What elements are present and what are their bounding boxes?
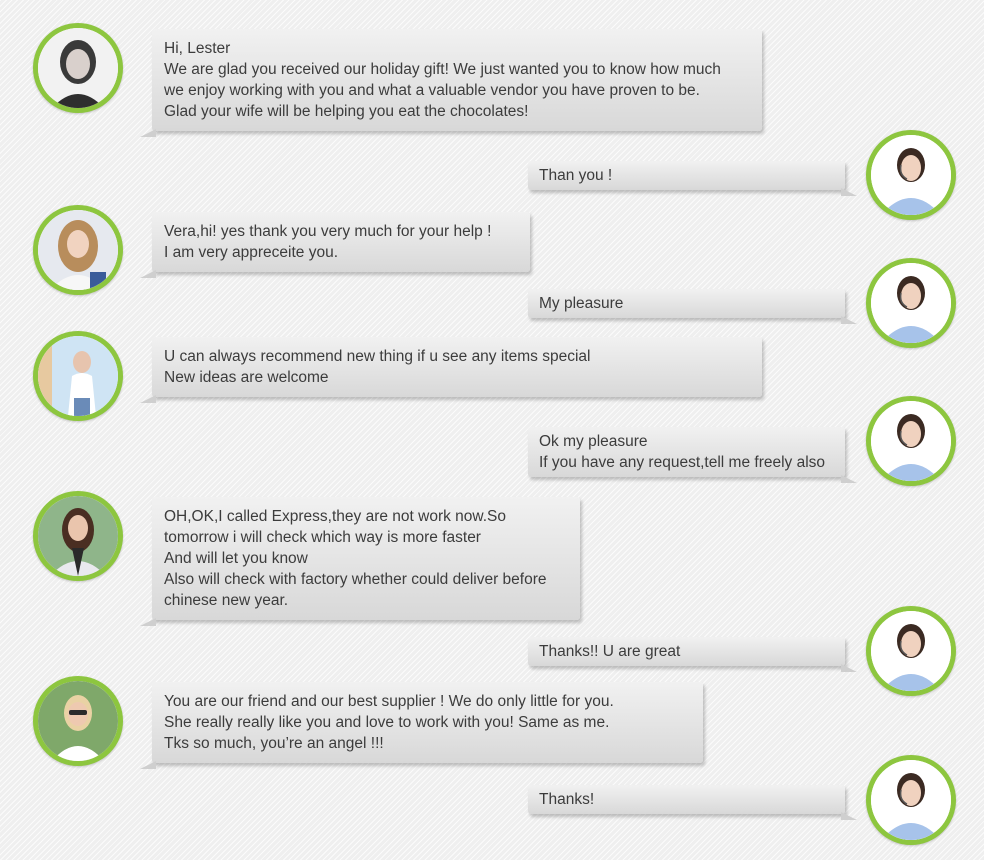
message-bubble: My pleasure	[528, 289, 857, 324]
message-text-line: New ideas are welcome	[164, 369, 329, 386]
avatar	[866, 755, 956, 845]
agent-avatar-icon	[871, 135, 951, 215]
message-text-line: I am very appreceite you.	[164, 244, 339, 261]
message-text-line: Thanks!	[539, 791, 595, 808]
message-text-line: And will let you know	[164, 550, 308, 567]
message-text-line: Vera,hi! yes thank you very much for you…	[164, 223, 492, 240]
message-bubble: Thanks!	[528, 785, 857, 820]
message-text-line: Also will check with factory whether cou…	[164, 571, 547, 588]
message-text-line: OH,OK,I called Express,they are not work…	[164, 508, 507, 525]
message-text-line: chinese new year.	[164, 592, 289, 609]
avatar	[866, 606, 956, 696]
avatar	[33, 205, 123, 295]
message-bubble: OH,OK,I called Express,they are not work…	[140, 497, 580, 626]
customer-avatar-icon	[38, 28, 118, 108]
message-text-line: Glad your wife will be helping you eat t…	[164, 103, 529, 120]
avatar	[33, 23, 123, 113]
agent-avatar-icon	[871, 263, 951, 343]
customer-avatar-icon	[38, 496, 118, 576]
message-text-line: If you have any request,tell me freely a…	[539, 454, 826, 471]
avatar	[33, 676, 123, 766]
message-text-line: My pleasure	[539, 295, 624, 312]
customer-avatar-icon	[38, 210, 118, 290]
message-text-line: We are glad you received our holiday gif…	[164, 61, 721, 78]
message-text-line: Thanks!! U are great	[539, 643, 681, 660]
avatar	[866, 258, 956, 348]
message-text-line: Ok my pleasure	[539, 433, 648, 450]
agent-avatar-icon	[871, 401, 951, 481]
message-bubble: Hi, Lester We are glad you received our …	[140, 29, 762, 137]
avatar	[33, 331, 123, 421]
message-bubble: Vera,hi! yes thank you very much for you…	[140, 212, 530, 278]
message-bubble: Ok my pleasure If you have any request,t…	[528, 427, 857, 483]
message-text-line: U can always recommend new thing if u se…	[164, 348, 591, 365]
avatar	[33, 491, 123, 581]
message-bubble: You are our friend and our best supplier…	[140, 682, 703, 769]
message-bubble: U can always recommend new thing if u se…	[140, 337, 762, 403]
message-text-line: Than you !	[539, 167, 613, 184]
avatar	[866, 130, 956, 220]
message-text-line: we enjoy working with you and what a val…	[164, 82, 700, 99]
message-text-line: She really really like you and love to w…	[164, 714, 610, 731]
message-text-line: Tks so much, you’re an angel !!!	[164, 735, 384, 752]
message-text-line: Hi, Lester	[164, 40, 231, 57]
customer-avatar-icon	[38, 336, 118, 416]
message-bubble: Than you !	[528, 161, 857, 196]
customer-avatar-icon	[38, 681, 118, 761]
message-bubble: Thanks!! U are great	[528, 637, 857, 672]
message-text-line: You are our friend and our best supplier…	[164, 693, 614, 710]
agent-avatar-icon	[871, 760, 951, 840]
agent-avatar-icon	[871, 611, 951, 691]
avatar	[866, 396, 956, 486]
message-text-line: tomorrow i will check which way is more …	[164, 529, 481, 546]
